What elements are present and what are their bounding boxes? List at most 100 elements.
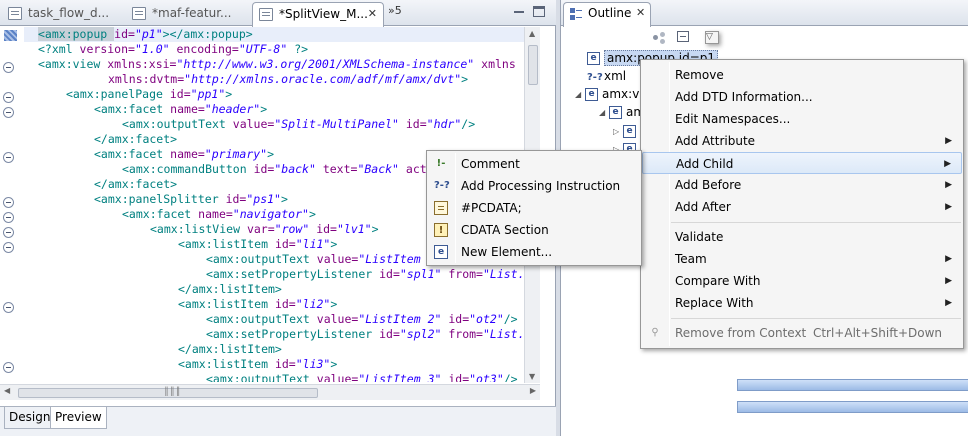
shortcut-text: Ctrl+Alt+Shift+Down — [812, 326, 942, 340]
submenu-arrow-icon: ▶ — [945, 180, 952, 190]
element-icon: e — [585, 88, 598, 101]
code-line: xmlns:dvtm="http://xmlns.oracle.com/adf/… — [108, 72, 469, 86]
menu-item-validate[interactable]: Validate — [642, 226, 962, 248]
submenu-item-pcdata[interactable]: #PCDATA; — [428, 197, 640, 219]
add-child-submenu: !- Comment ?-? Add Processing Instruction … — [426, 150, 642, 266]
menu-separator — [671, 222, 961, 223]
selection-bar — [737, 401, 968, 413]
menu-item-compare-with[interactable]: Compare With ▶ — [642, 270, 962, 292]
editor-gutter — [0, 27, 22, 382]
code-line: </amx:listItem> — [178, 282, 282, 296]
menu-item-team[interactable]: Team ▶ — [642, 248, 962, 270]
menu-item-remove[interactable]: Remove — [642, 64, 962, 86]
tree-node-panel[interactable]: ◢ e am — [599, 103, 645, 121]
element-icon: e — [434, 245, 448, 259]
scroll-thumb[interactable] — [528, 45, 538, 85]
code-line: <?xml version="1.0" encoding="UTF-8" ?> — [38, 42, 309, 56]
close-icon[interactable]: ✕ — [636, 6, 645, 19]
submenu-arrow-icon: ▶ — [945, 276, 952, 286]
comment-icon: !- — [436, 158, 446, 169]
fold-collapse-icon[interactable] — [3, 227, 14, 238]
tab-preview[interactable]: Preview — [50, 407, 107, 429]
tree-node-child[interactable]: ▷ e — [613, 122, 640, 140]
element-icon: e — [587, 52, 600, 65]
close-icon[interactable]: ✕ — [368, 3, 377, 25]
submenu-arrow-icon: ▶ — [945, 254, 952, 264]
current-line-marker-icon — [4, 30, 17, 41]
view-menu-icon[interactable]: ▽ — [705, 31, 719, 44]
outline-title: Outline — [588, 6, 632, 20]
fold-collapse-icon[interactable] — [3, 197, 14, 208]
scroll-down-icon[interactable]: ▼ — [529, 372, 535, 381]
fold-collapse-icon[interactable] — [3, 107, 14, 118]
fold-collapse-icon[interactable] — [3, 92, 14, 103]
tab-design[interactable]: Design — [4, 407, 56, 429]
code-line: <amx:panelSplitter id="ps1"> — [94, 192, 288, 206]
tab-maf-feature[interactable]: *maf-featur... — [126, 2, 250, 26]
outline-icon — [570, 8, 582, 20]
scroll-left-icon[interactable]: ◀ — [4, 386, 10, 395]
scroll-grip: ║║║ — [164, 387, 182, 396]
fold-collapse-icon[interactable] — [3, 152, 14, 163]
submenu-item-cdata[interactable]: ! CDATA Section — [428, 219, 640, 241]
scroll-right-icon[interactable]: ▶ — [530, 386, 536, 395]
minimize-icon[interactable] — [512, 5, 526, 19]
code-line: <amx:outputText value="ListItem 2" id="o… — [206, 312, 518, 326]
code-line: <amx:listView var="row" id="lv1"> — [150, 222, 379, 236]
expanded-arrow-icon[interactable]: ◢ — [599, 104, 609, 122]
menu-item-edit-namespaces[interactable]: Edit Namespaces... — [642, 108, 962, 130]
code-line: <amx:outputText value="Split-MultiPanel"… — [122, 117, 476, 131]
outline-lower-area — [737, 368, 968, 436]
cdata-icon: ! — [434, 223, 448, 237]
processing-instruction-icon: ?-? — [434, 180, 450, 191]
code-line: <amx:facet name="header"> — [94, 102, 268, 116]
code-line: </amx:listItem> — [178, 342, 282, 356]
collapse-all-icon[interactable] — [677, 31, 689, 42]
submenu-item-comment[interactable]: !- Comment — [428, 153, 640, 175]
menu-item-add-attribute[interactable]: Add Attribute ▶ — [642, 130, 962, 152]
menu-item-replace-with[interactable]: Replace With ▶ — [642, 292, 962, 314]
tree-node-view[interactable]: ◢ e amx:vi — [575, 85, 643, 103]
code-line: <amx:commandButton id="back" text="Back"… — [122, 162, 427, 176]
tab-task-flow[interactable]: task_flow_d... — [2, 2, 126, 26]
code-line: <amx:view xmlns:xsi="http://www.w3.org/2… — [38, 57, 516, 71]
tree-node-xml[interactable]: ?-?xml — [587, 67, 626, 85]
outline-tab-bar: Outline ✕ — [561, 0, 968, 27]
submenu-arrow-icon: ▶ — [944, 159, 951, 169]
code-line: <amx:outputText value="ListItem — [206, 252, 421, 266]
tab-splitview[interactable]: *SplitView_M... ✕ — [252, 2, 384, 27]
menu-separator — [671, 318, 961, 319]
fold-collapse-icon[interactable] — [3, 242, 14, 253]
hierarchy-icon[interactable] — [653, 31, 667, 44]
code-line: <amx:facet name="navigator"> — [122, 207, 316, 221]
scroll-up-icon[interactable]: ▲ — [529, 29, 535, 38]
editor-tab-bar: task_flow_d... *maf-featur... *SplitView… — [0, 0, 556, 27]
submenu-item-processing-instruction[interactable]: ?-? Add Processing Instruction — [428, 175, 640, 197]
xml-file-icon — [8, 7, 22, 20]
collapsed-arrow-icon[interactable]: ▷ — [613, 123, 623, 141]
fold-collapse-icon[interactable] — [3, 212, 14, 223]
tab-overflow-button[interactable]: »5 — [388, 4, 402, 17]
context-menu: Remove Add DTD Information... Edit Names… — [640, 59, 964, 349]
menu-item-add-before[interactable]: Add Before ▶ — [642, 174, 962, 196]
menu-item-add-child[interactable]: Add Child ▶ — [642, 152, 962, 174]
expanded-arrow-icon[interactable]: ◢ — [575, 86, 585, 104]
tab-outline[interactable]: Outline ✕ — [563, 2, 651, 27]
editor-mode-tabs: Design Preview — [0, 406, 556, 436]
maximize-icon[interactable] — [533, 6, 545, 17]
code-line: <amx:facet name="primary"> — [94, 147, 275, 161]
code-line: <amx:listItem id="li3"> — [178, 357, 338, 371]
menu-item-add-dtd[interactable]: Add DTD Information... — [642, 86, 962, 108]
fold-collapse-icon[interactable] — [3, 62, 14, 73]
xml-file-icon — [259, 8, 273, 21]
code-line: <amx:setPropertyListener id="spl2" from=… — [206, 327, 524, 341]
submenu-item-new-element[interactable]: e New Element... — [428, 241, 640, 263]
code-line: <amx:setPropertyListener id="spl1" from=… — [206, 267, 524, 281]
menu-item-add-after[interactable]: Add After ▶ — [642, 196, 962, 218]
code-line: <amx:outputText value="ListItem 3" id="o… — [206, 372, 518, 382]
menu-item-remove-from-context[interactable]: ⚲ Remove from Context Ctrl+Alt+Shift+Dow… — [642, 322, 962, 344]
horizontal-scrollbar[interactable]: ◀ ║║║ ▶ — [0, 384, 540, 400]
tab-label: *maf-featur... — [152, 6, 232, 20]
fold-collapse-icon[interactable] — [3, 362, 14, 373]
fold-collapse-icon[interactable] — [3, 302, 14, 313]
